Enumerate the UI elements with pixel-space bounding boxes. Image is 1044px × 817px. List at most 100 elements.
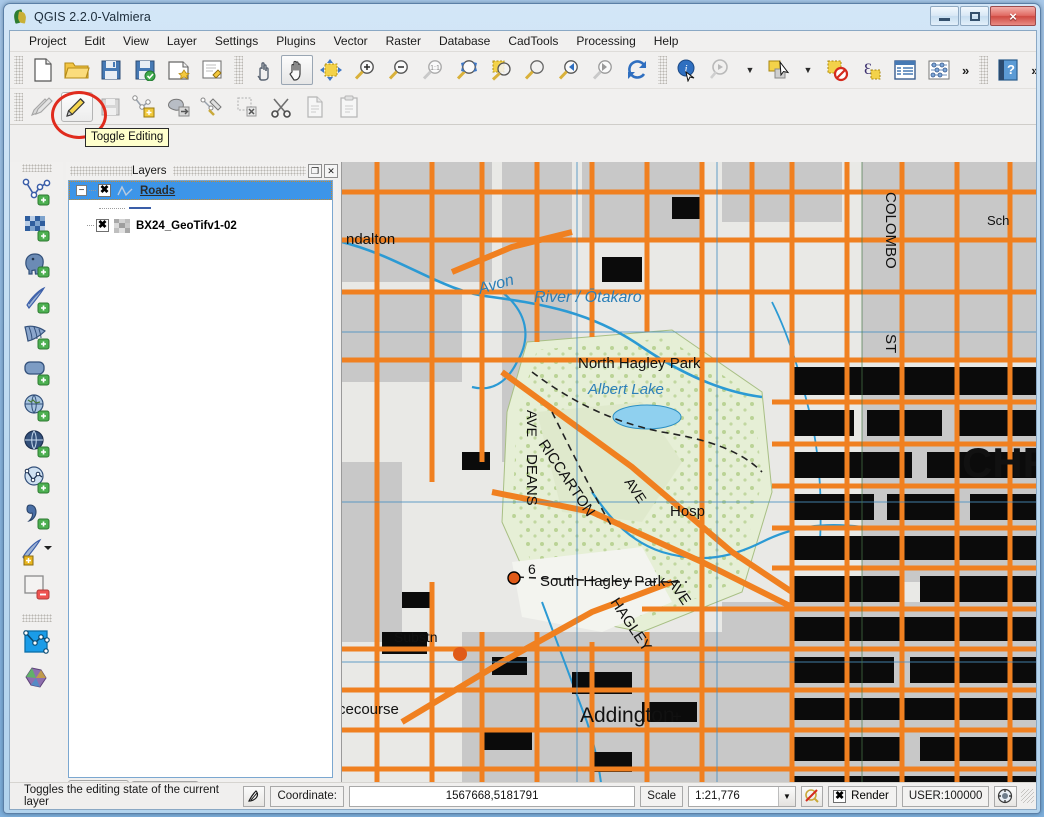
refresh-icon[interactable]	[621, 55, 653, 85]
layer-visibility-checkbox[interactable]: ✖	[98, 184, 111, 197]
menu-cadtools[interactable]: CadTools	[499, 32, 567, 50]
layers-toolbar-grip[interactable]	[21, 164, 52, 172]
coordinate-input[interactable]: 1567668,5181791	[348, 785, 636, 807]
menu-processing[interactable]: Processing	[567, 32, 644, 50]
current-edits-icon[interactable]	[27, 92, 59, 122]
deselect-features-icon[interactable]	[821, 55, 853, 85]
panel-drag-dots[interactable]	[70, 166, 132, 176]
menu-help[interactable]: Help	[645, 32, 688, 50]
map-canvas[interactable]: 73 Sch ndalton Avon River / Ōtakaro Nort…	[341, 162, 1036, 809]
feature-action-dropdown-icon[interactable]: ▼	[739, 55, 761, 85]
add-raster-layer-icon[interactable]	[17, 210, 57, 246]
layer-item-roads[interactable]: − ✖ Roads	[69, 181, 332, 200]
node-tool-vertical-icon[interactable]	[17, 624, 57, 660]
line-legend	[129, 207, 151, 209]
toolbar-grip-4[interactable]	[979, 56, 989, 84]
resize-grip[interactable]	[1020, 789, 1035, 803]
zoom-to-layer-icon[interactable]	[519, 55, 551, 85]
zoom-next-icon[interactable]	[587, 55, 619, 85]
toolbar-grip[interactable]	[14, 56, 23, 84]
remove-layer-icon[interactable]	[17, 570, 57, 606]
menu-project[interactable]: Project	[20, 32, 75, 50]
copy-features-icon[interactable]	[299, 92, 331, 122]
run-feature-action-icon[interactable]	[705, 55, 737, 85]
zoom-last-icon[interactable]	[553, 55, 585, 85]
add-delimited-text-layer-icon[interactable]	[17, 498, 57, 534]
add-vector-layer-icon[interactable]	[17, 174, 57, 210]
layers-tree[interactable]: − ✖ Roads ✖ BX24_GeoTifv1-02	[68, 180, 333, 778]
overflow-chevron-icon[interactable]: »	[956, 63, 975, 78]
add-wcs-layer-icon[interactable]	[17, 426, 57, 462]
add-spatialite-layer-icon[interactable]	[17, 282, 57, 318]
add-oracle-layer-icon[interactable]	[17, 354, 57, 390]
delete-selected-icon[interactable]	[231, 92, 263, 122]
add-wfs-layer-icon[interactable]	[17, 462, 57, 498]
pan-map-icon[interactable]	[281, 55, 313, 85]
chevron-down-icon[interactable]: ▼	[777, 786, 795, 806]
select-dropdown-icon[interactable]: ▼	[797, 55, 819, 85]
measure-icon[interactable]: Ɛ	[855, 55, 887, 85]
composer-manager-icon[interactable]	[197, 55, 229, 85]
stop-render-icon[interactable]	[243, 785, 266, 807]
statistics-icon[interactable]	[923, 55, 955, 85]
toolbar-grip-3[interactable]	[658, 56, 667, 84]
save-layer-edits-icon[interactable]	[95, 92, 127, 122]
menu-database[interactable]: Database	[430, 32, 499, 50]
minimize-button[interactable]	[930, 6, 959, 26]
menu-vector[interactable]: Vector	[325, 32, 377, 50]
select-features-icon[interactable]	[763, 55, 795, 85]
help-contents-icon[interactable]: ?	[992, 55, 1024, 85]
open-project-icon[interactable]	[61, 55, 93, 85]
undock-panel-icon[interactable]: ❐	[308, 164, 322, 178]
add-wms-layer-icon[interactable]	[17, 390, 57, 426]
paste-features-icon[interactable]	[333, 92, 365, 122]
layer-item-bx24[interactable]: ✖ BX24_GeoTifv1-02	[69, 216, 332, 235]
add-mssql-layer-icon[interactable]	[17, 318, 57, 354]
georeferencer-icon[interactable]	[17, 660, 57, 696]
panel-drag-dots-right[interactable]	[172, 166, 306, 176]
crs-status-icon[interactable]	[994, 785, 1017, 807]
menu-settings[interactable]: Settings	[206, 32, 267, 50]
close-panel-icon[interactable]: ✕	[324, 164, 338, 178]
layers-panel-titlebar[interactable]: Layers ❐ ✕	[66, 162, 338, 180]
pan-to-selection-icon[interactable]	[315, 55, 347, 85]
open-attribute-table-icon[interactable]	[889, 55, 921, 85]
move-feature-icon[interactable]	[163, 92, 195, 122]
digitizing-vtoolbar-grip[interactable]	[21, 614, 52, 622]
touch-zoom-pan-icon[interactable]	[247, 55, 279, 85]
zoom-in-icon[interactable]	[349, 55, 381, 85]
new-print-composer-icon[interactable]	[163, 55, 195, 85]
zoom-actual-size-icon[interactable]: 1:1	[417, 55, 449, 85]
render-checkbox[interactable]: ✖	[833, 789, 847, 803]
new-project-icon[interactable]	[27, 55, 59, 85]
cut-features-icon[interactable]	[265, 92, 297, 122]
maximize-button[interactable]	[960, 6, 989, 26]
toolbar-grip-2[interactable]	[234, 56, 243, 84]
save-project-icon[interactable]	[95, 55, 127, 85]
menu-view[interactable]: View	[114, 32, 158, 50]
identify-features-icon[interactable]: i	[671, 55, 703, 85]
node-tool-icon[interactable]	[197, 92, 229, 122]
expander-icon[interactable]: −	[76, 185, 87, 196]
menu-plugins[interactable]: Plugins	[267, 32, 324, 50]
zoom-full-icon[interactable]	[451, 55, 483, 85]
layer-visibility-checkbox-2[interactable]: ✖	[96, 219, 109, 232]
zoom-to-selection-icon[interactable]	[485, 55, 517, 85]
menu-raster[interactable]: Raster	[377, 32, 430, 50]
scale-combo[interactable]: 1:21,776 ▼	[688, 785, 796, 807]
render-toggle[interactable]: ✖ Render	[828, 785, 897, 807]
new-shapefile-layer-icon[interactable]	[17, 534, 57, 570]
toggle-editing-icon[interactable]	[61, 91, 93, 122]
save-project-as-icon[interactable]	[129, 55, 161, 85]
crs-status-label[interactable]: USER:100000	[901, 785, 990, 807]
title-bar[interactable]: QGIS 2.2.0-Valmiera ×	[4, 4, 1040, 30]
no-magnifier-icon[interactable]	[800, 785, 824, 807]
menu-edit[interactable]: Edit	[75, 32, 114, 50]
close-button[interactable]: ×	[990, 6, 1036, 26]
menu-layer[interactable]: Layer	[158, 32, 206, 50]
toolbar-overflow-icon[interactable]: »	[1025, 63, 1036, 78]
zoom-out-icon[interactable]	[383, 55, 415, 85]
add-postgis-layer-icon[interactable]	[17, 246, 57, 282]
add-feature-icon[interactable]	[129, 92, 161, 122]
digitizing-grip[interactable]	[14, 92, 23, 121]
